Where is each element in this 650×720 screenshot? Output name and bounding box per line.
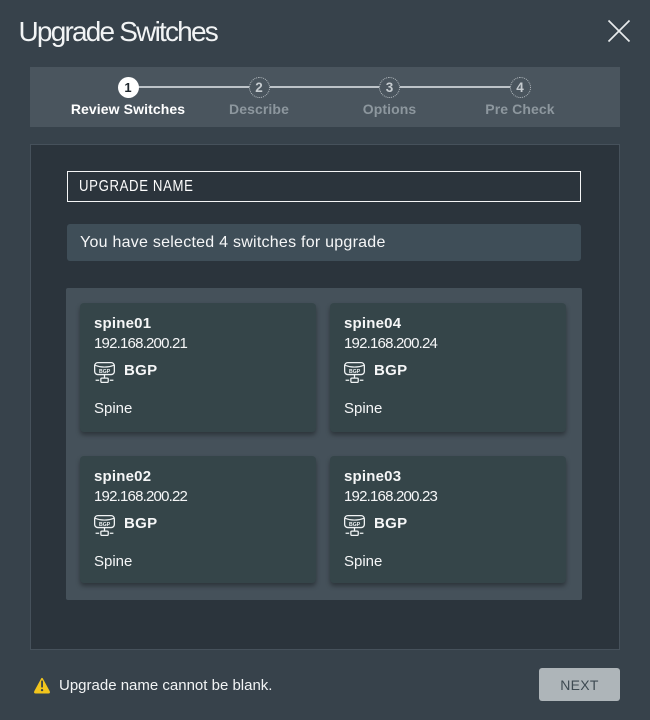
svg-text:BGP: BGP	[349, 522, 361, 528]
svg-text:BGP: BGP	[99, 522, 111, 528]
svg-text:BGP: BGP	[99, 369, 111, 375]
svg-text:BGP: BGP	[349, 369, 361, 375]
